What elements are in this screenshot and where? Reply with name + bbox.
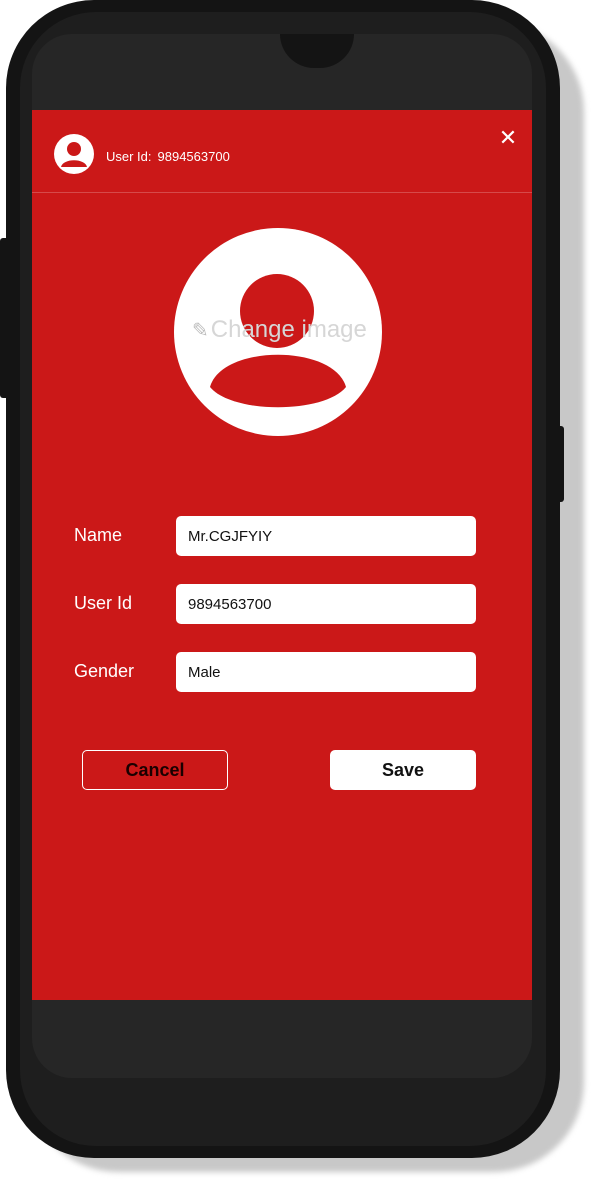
pencil-icon: ✎ [192, 320, 209, 342]
change-image-label[interactable]: ✎Change image [192, 316, 367, 344]
user-id-row: User Id [74, 584, 476, 624]
save-button[interactable]: Save [330, 750, 476, 790]
user-id-value: 9894563700 [157, 149, 230, 164]
user-avatar-icon [54, 134, 94, 174]
user-id-field[interactable] [176, 584, 476, 624]
gender-row: Gender [74, 652, 476, 692]
name-field[interactable] [176, 516, 476, 556]
camera-notch [280, 34, 354, 68]
gender-field[interactable] [176, 652, 476, 692]
profile-edit-screen: User Id: 9894563700 ✕ ✎Change image Name … [32, 110, 532, 1000]
cancel-button[interactable]: Cancel [82, 750, 228, 790]
name-label: Name [74, 525, 123, 545]
user-id-display: User Id: 9894563700 [106, 149, 236, 164]
profile-image-button[interactable]: ✎Change image [174, 228, 382, 436]
close-icon[interactable]: ✕ [496, 126, 520, 150]
top-bar: User Id: 9894563700 ✕ [32, 110, 532, 193]
gender-label: Gender [74, 661, 135, 681]
user-id-field-label: User Id [74, 593, 133, 613]
change-image-text: Change image [210, 316, 367, 343]
name-row: Name [74, 516, 476, 556]
user-id-label: User Id: [106, 149, 152, 164]
